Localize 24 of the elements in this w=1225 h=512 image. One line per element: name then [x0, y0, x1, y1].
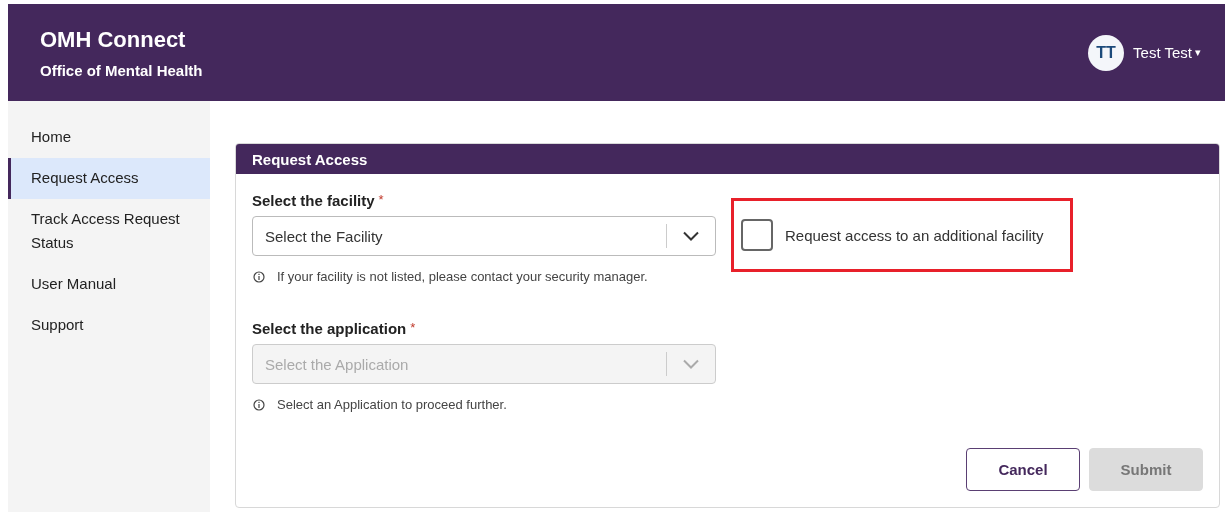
- sidebar-item[interactable]: Support: [8, 305, 210, 346]
- sidebar-item[interactable]: Track Access Request Status: [8, 199, 210, 264]
- field-label: Select the application: [252, 320, 407, 337]
- info-icon: [253, 270, 265, 283]
- sidebar-item[interactable]: Request Access: [8, 158, 210, 199]
- info-icon: [253, 398, 265, 411]
- required-mark: *: [378, 192, 384, 209]
- sidebar-item[interactable]: Home: [8, 117, 210, 158]
- card-title: Request Access: [236, 144, 1219, 174]
- select-field[interactable]: Select the Facility: [252, 216, 716, 256]
- user-avatar[interactable]: TT: [1088, 34, 1125, 71]
- required-mark: *: [410, 320, 416, 337]
- user-menu[interactable]: Test Test ▾: [1133, 44, 1201, 61]
- sidebar-item[interactable]: User Manual: [8, 264, 210, 305]
- chevron-down-icon: [683, 231, 699, 241]
- checkbox[interactable]: [741, 219, 773, 251]
- help-text: Select an Application to proceed further.: [277, 397, 507, 412]
- help-text: If your facility is not listed, please contact your security manager.: [277, 269, 648, 284]
- cancel-button[interactable]: Cancel: [966, 448, 1080, 491]
- chevron-down-icon: [683, 359, 699, 369]
- checkbox-label: Request access to an additional facility: [785, 226, 1044, 244]
- app-subtitle: Office of Mental Health: [40, 61, 203, 79]
- field-label: Select the facility: [252, 192, 375, 209]
- app-title: OMH Connect: [40, 26, 187, 53]
